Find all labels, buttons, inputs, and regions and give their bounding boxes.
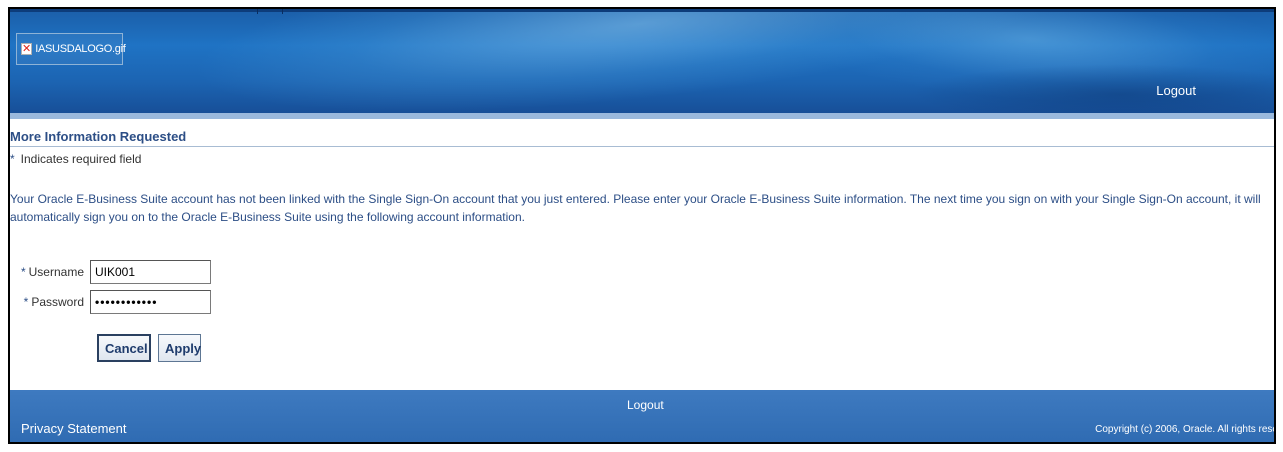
username-input[interactable] xyxy=(90,260,211,284)
username-label: * Username xyxy=(10,265,90,279)
main-content: More Information Requested * Indicates re… xyxy=(10,119,1274,390)
privacy-statement-link[interactable]: Privacy Statement xyxy=(21,421,127,436)
banner-top-line xyxy=(10,9,1274,12)
banner-tick-mark xyxy=(257,9,258,14)
broken-image-icon: ✕ xyxy=(21,42,33,55)
username-row: * Username xyxy=(10,259,211,285)
password-label: * Password xyxy=(10,295,90,309)
title-divider xyxy=(10,146,1274,147)
copyright-text: Copyright (c) 2006, Oracle. All rights r… xyxy=(1095,424,1276,435)
required-field-note: * Indicates required field xyxy=(10,152,141,166)
required-note-text: Indicates required field xyxy=(20,152,142,166)
banner-tick-mark xyxy=(282,9,283,14)
page-title: More Information Requested xyxy=(10,129,187,144)
logo-placeholder: ✕ IASUSDALOGO.gif xyxy=(16,33,126,65)
footer-bar: Logout Privacy Statement Copyright (c) 2… xyxy=(10,390,1276,442)
required-star-icon: * xyxy=(20,265,26,279)
form-buttons: Cancel Apply xyxy=(97,334,201,362)
required-star-icon: * xyxy=(23,295,29,309)
apply-button[interactable]: Apply xyxy=(158,334,201,362)
username-label-text: Username xyxy=(28,265,84,279)
required-star-icon: * xyxy=(10,152,15,166)
header-banner: ✕ IASUSDALOGO.gif Logout xyxy=(10,9,1274,113)
logo-alt-text: IASUSDALOGO.gif xyxy=(35,43,126,55)
footer-logout-link[interactable]: Logout xyxy=(627,398,664,412)
cancel-button[interactable]: Cancel xyxy=(97,334,151,362)
password-label-text: Password xyxy=(31,295,84,309)
header-logout-link[interactable]: Logout xyxy=(1156,83,1196,98)
password-input[interactable] xyxy=(90,290,211,314)
password-row: * Password xyxy=(10,289,211,315)
application-window: ✕ IASUSDALOGO.gif Logout More Informatio… xyxy=(8,7,1276,444)
instructions-text: Your Oracle E-Business Suite account has… xyxy=(10,192,1261,224)
